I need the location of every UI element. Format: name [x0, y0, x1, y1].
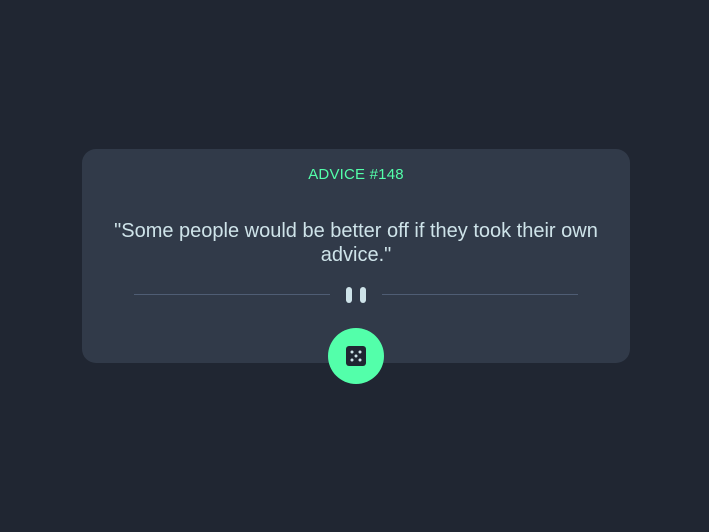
pause-icon: [346, 287, 366, 303]
dice-icon: [346, 346, 366, 366]
divider: [134, 286, 578, 304]
divider-line-left: [134, 294, 330, 295]
divider-line-right: [382, 294, 578, 295]
generate-advice-button[interactable]: [328, 328, 384, 384]
advice-number: ADVICE #148: [308, 166, 404, 183]
pause-bar-right: [360, 287, 366, 303]
pause-bar-left: [346, 287, 352, 303]
advice-quote: "Some people would be better off if they…: [114, 220, 598, 266]
